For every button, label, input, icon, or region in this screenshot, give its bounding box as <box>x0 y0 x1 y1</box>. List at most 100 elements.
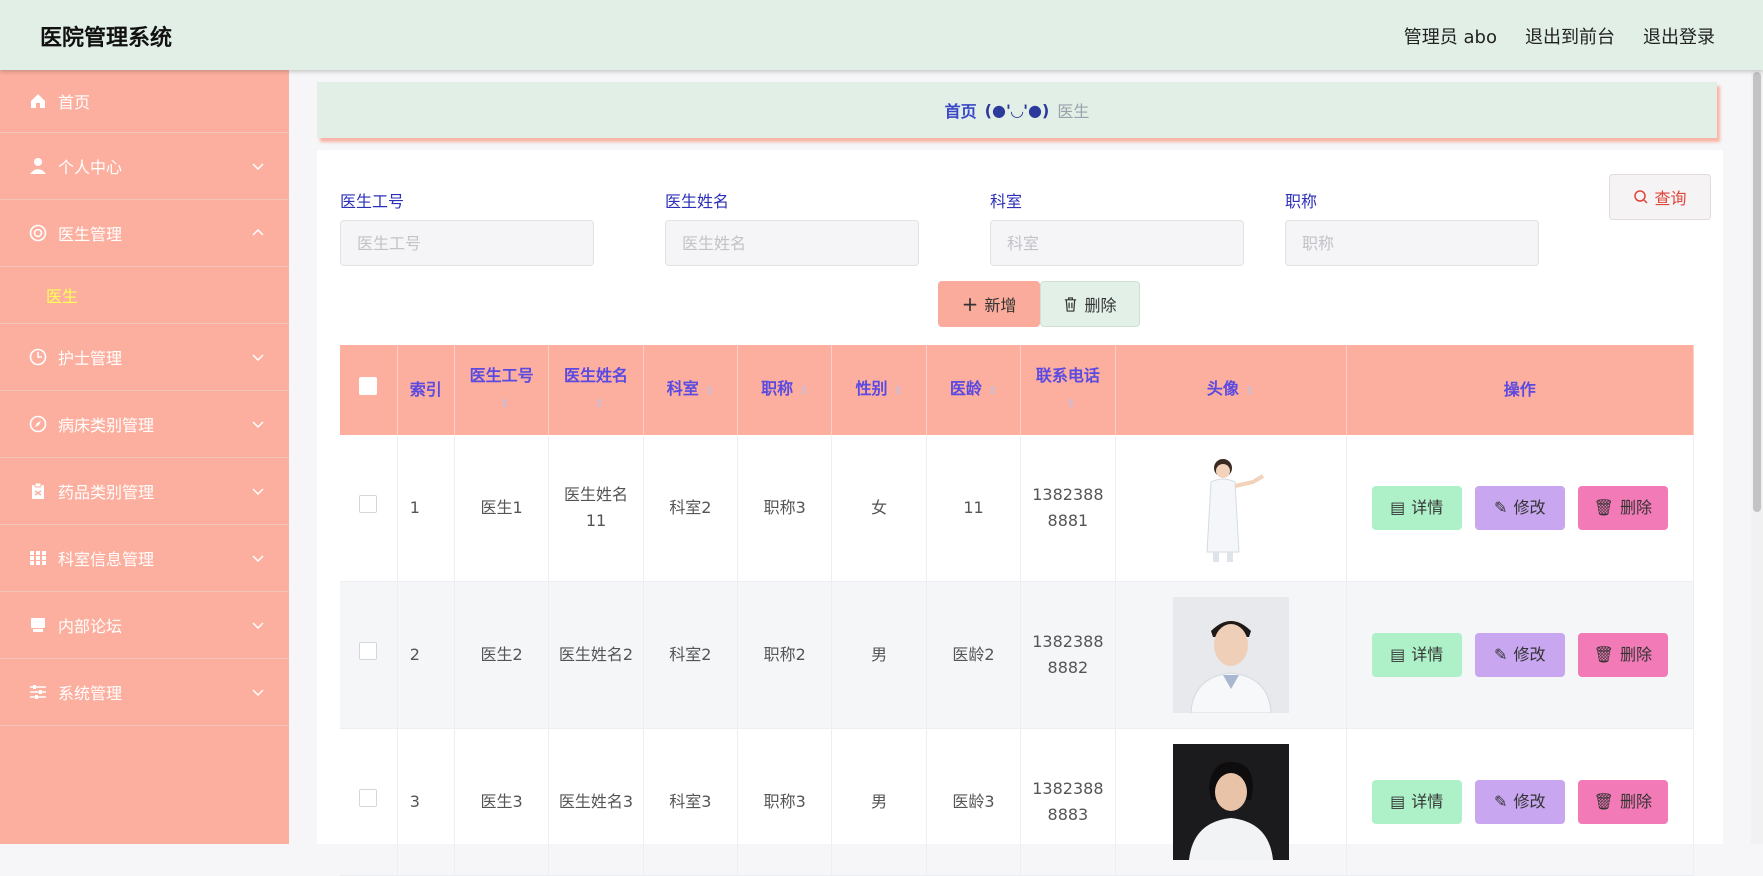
cell-doctor-name: 医生姓名11 <box>548 435 644 582</box>
sidebar-item-label: 系统管理 <box>58 684 123 703</box>
sidebar-item-department-info[interactable]: 科室信息管理 <box>0 525 289 592</box>
row-checkbox[interactable] <box>359 642 378 660</box>
trash-icon: 🗑 <box>1593 792 1614 811</box>
column-header[interactable]: 联系电话 ⇕ <box>1020 345 1116 435</box>
column-header-label: 医龄 <box>949 379 982 398</box>
doctor-table: 索引 医生工号 ⇕ 医生姓名 ⇕ 科室 ⇕ 职称 ⇕ 性别 ⇕ 医龄 ⇕ 联系电话 ⇕ 头像 ⇕… <box>340 345 1694 876</box>
home-icon <box>28 91 48 111</box>
title-input[interactable] <box>1285 220 1539 266</box>
sidebar-item-doctor-management[interactable]: 医生管理 <box>0 200 289 267</box>
avatar <box>1173 450 1289 566</box>
sidebar-item-forum[interactable]: 内部论坛 <box>0 592 289 659</box>
pencil-icon: ✎ <box>1494 792 1508 811</box>
cell-title: 职称3 <box>737 435 833 582</box>
pencil-icon: ✎ <box>1494 645 1508 664</box>
compass-icon <box>28 414 48 434</box>
sidebar-item-drug-category[interactable]: 药品类别管理 <box>0 458 289 525</box>
row-select-cell <box>340 581 398 729</box>
sidebar-item-label: 护士管理 <box>58 349 123 368</box>
sidebar-item-label: 科室信息管理 <box>58 550 155 569</box>
column-header[interactable]: 职称 ⇕ <box>737 345 833 435</box>
batch-delete-button[interactable]: 删除 <box>1040 281 1140 327</box>
delete-button[interactable]: 🗑 删除 <box>1577 780 1668 824</box>
sort-icon: ⇕ <box>893 384 903 397</box>
column-header[interactable]: 医龄 ⇕ <box>926 345 1022 435</box>
detail-button[interactable]: ▤ 详情 <box>1371 633 1462 677</box>
column-header-label: 性别 <box>855 379 888 398</box>
chevron-up-icon <box>252 228 264 236</box>
add-button-label: 新增 <box>984 296 1017 315</box>
row-checkbox[interactable] <box>359 495 378 513</box>
breadcrumb-emoticon: (●'◡'●) <box>984 100 1050 120</box>
select-all-cell <box>340 345 398 435</box>
delete-button-label: 删除 <box>1619 498 1652 517</box>
cell-gender: 女 <box>831 435 927 582</box>
cell-actions: ▤ 详情 ✎ 修改 🗑 删除 <box>1346 728 1694 876</box>
chevron-down-icon <box>252 163 264 171</box>
table-row: 3 医生3 医生姓名3 科室3 职称3 男 医龄3 13823888883 ▤ … <box>340 728 1694 876</box>
chevron-down-icon <box>252 354 264 362</box>
detail-button[interactable]: ▤ 详情 <box>1371 486 1462 530</box>
column-header[interactable]: 头像 ⇕ <box>1115 345 1347 435</box>
sort-icon: ⇕ <box>500 397 510 410</box>
cell-actions: ▤ 详情 ✎ 修改 🗑 删除 <box>1346 435 1694 582</box>
sort-icon: ⇕ <box>987 384 998 397</box>
doctor-name-input[interactable] <box>665 220 919 266</box>
column-header[interactable]: 医生工号 ⇕ <box>454 345 550 435</box>
edit-button[interactable]: ✎ 修改 <box>1474 486 1565 530</box>
delete-button[interactable]: 🗑 删除 <box>1577 486 1668 530</box>
sidebar-item-nurse-management[interactable]: 护士管理 <box>0 324 289 391</box>
sidebar-item-bed-category[interactable]: 病床类别管理 <box>0 391 289 458</box>
cell-actions: ▤ 详情 ✎ 修改 🗑 删除 <box>1346 581 1694 729</box>
current-user-label[interactable]: 管理员 abo <box>1404 23 1497 49</box>
sidebar-subitem-doctor[interactable]: 医生 <box>0 267 289 324</box>
cell-doctor-name: 医生姓名2 <box>548 581 644 729</box>
sidebar-item-label: 首页 <box>58 93 91 112</box>
edit-button-label: 修改 <box>1513 498 1546 517</box>
detail-button-label: 详情 <box>1411 498 1444 517</box>
column-header[interactable]: 科室 ⇕ <box>643 345 739 435</box>
sidebar-item-system-management[interactable]: 系统管理 <box>0 659 289 726</box>
row-select-cell <box>340 435 398 582</box>
cell-title: 职称3 <box>737 728 833 876</box>
sort-icon: ⇕ <box>799 384 809 397</box>
header-links: 管理员 abo 退出到前台 退出登录 <box>1404 23 1715 49</box>
doctor-name-label: 医生姓名 <box>665 192 730 211</box>
department-input[interactable] <box>990 220 1244 266</box>
scrollbar-thumb[interactable] <box>1753 72 1761 512</box>
sidebar-item-label: 内部论坛 <box>58 617 123 636</box>
sidebar-item-home[interactable]: 首页 <box>0 70 289 133</box>
row-checkbox[interactable] <box>359 789 378 807</box>
delete-button[interactable]: 🗑 删除 <box>1577 633 1668 677</box>
cell-phone: 13823888883 <box>1020 728 1116 876</box>
table-row: 2 医生2 医生姓名2 科室2 职称2 男 医龄2 13823888882 ▤ … <box>340 581 1694 729</box>
column-header[interactable]: 性别 ⇕ <box>831 345 927 435</box>
column-header[interactable]: 医生姓名 ⇕ <box>548 345 644 435</box>
back-to-front-link[interactable]: 退出到前台 <box>1525 23 1615 49</box>
cell-index: 3 <box>397 728 455 876</box>
select-all-checkbox[interactable] <box>359 377 378 395</box>
add-button[interactable]: + 新增 <box>938 281 1040 327</box>
trash-icon: 🗑 <box>1593 498 1614 517</box>
edit-button[interactable]: ✎ 修改 <box>1474 633 1565 677</box>
department-label: 科室 <box>990 192 1023 211</box>
detail-button[interactable]: ▤ 详情 <box>1371 780 1462 824</box>
sort-icon: ⇕ <box>594 397 604 410</box>
delete-button-label: 删除 <box>1619 792 1652 811</box>
cell-phone: 13823888881 <box>1020 435 1116 582</box>
chevron-down-icon <box>252 622 264 630</box>
cell-avatar <box>1115 728 1347 876</box>
breadcrumb-home[interactable]: 首页 <box>945 98 977 122</box>
avatar <box>1172 597 1289 713</box>
sort-icon: ⇕ <box>1066 397 1076 410</box>
logout-link[interactable]: 退出登录 <box>1643 23 1715 49</box>
doctor-id-input[interactable] <box>340 220 594 266</box>
cell-years: 医龄3 <box>926 728 1022 876</box>
breadcrumb: 首页 (●'◡'●) 医生 <box>317 82 1717 138</box>
column-header-label: 医生工号 <box>469 366 534 385</box>
search-button[interactable]: 查询 <box>1609 174 1711 220</box>
trash-icon <box>1065 296 1077 312</box>
cell-gender: 男 <box>831 581 927 729</box>
sidebar-item-personal-center[interactable]: 个人中心 <box>0 133 289 200</box>
edit-button[interactable]: ✎ 修改 <box>1474 780 1565 824</box>
